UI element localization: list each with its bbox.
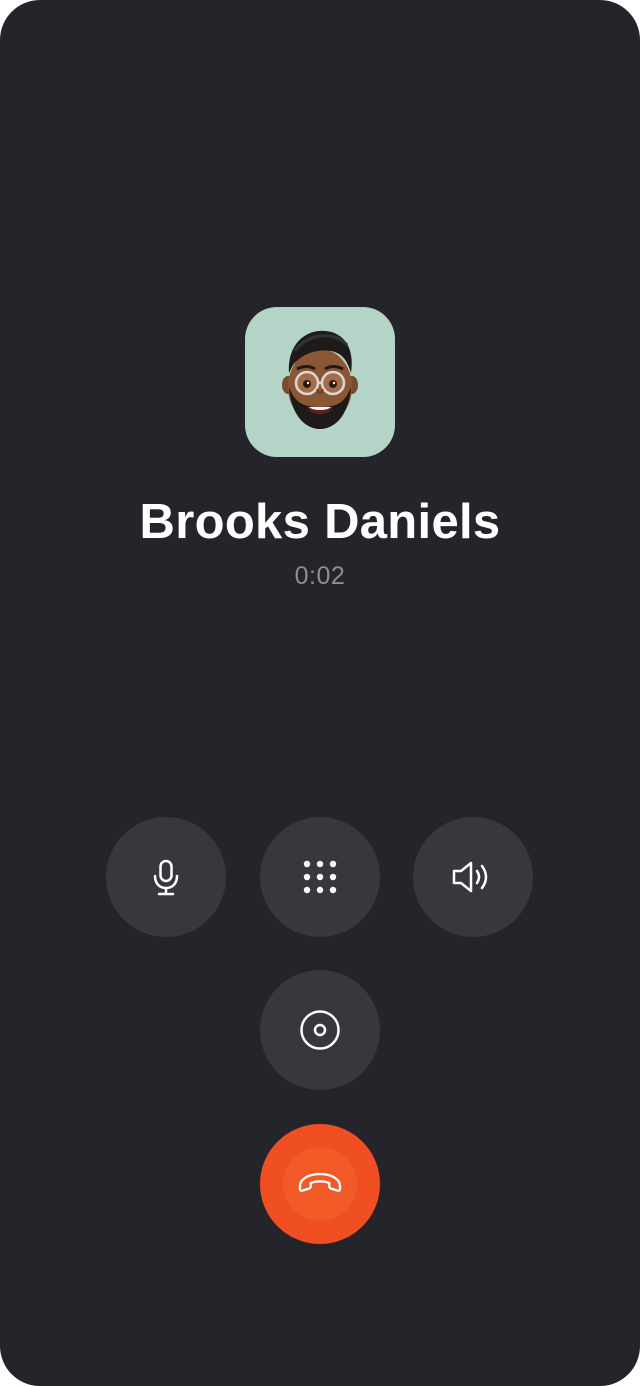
mute-button[interactable] [106, 817, 226, 937]
end-call-button[interactable] [260, 1124, 380, 1244]
speaker-icon [450, 857, 496, 897]
memoji-avatar-icon [282, 330, 358, 429]
keypad-icon [300, 857, 340, 897]
avatar [245, 307, 395, 457]
end-call-button-inner [283, 1147, 357, 1221]
phone-hangup-icon [296, 1169, 344, 1200]
record-button[interactable] [260, 970, 380, 1090]
keypad-button[interactable] [260, 817, 380, 937]
record-icon [298, 1008, 342, 1052]
caller-name: Brooks Daniels [139, 495, 501, 549]
call-screen: Brooks Daniels 0:02 [0, 0, 640, 1386]
call-timer: 0:02 [294, 562, 346, 590]
speaker-button[interactable] [413, 817, 533, 937]
microphone-icon [146, 857, 186, 897]
